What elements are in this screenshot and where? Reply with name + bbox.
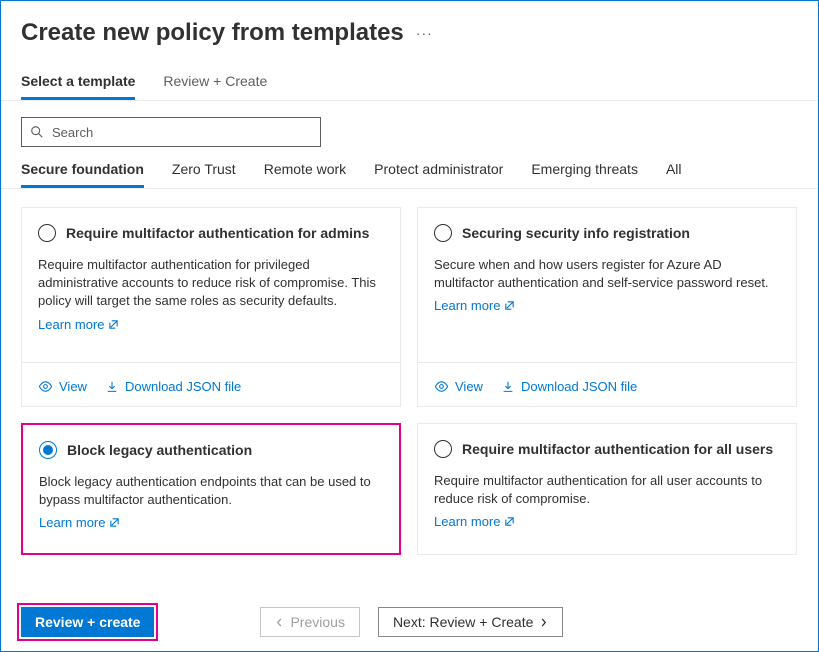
review-create-button[interactable]: Review + create	[21, 607, 154, 637]
card-description: Require multifactor authentication for a…	[434, 472, 780, 508]
external-link-icon	[504, 516, 515, 527]
template-card-selected[interactable]: Block legacy authentication Block legacy…	[21, 423, 401, 555]
external-link-icon	[108, 319, 119, 330]
card-description: Require multifactor authentication for p…	[38, 256, 384, 311]
card-description: Secure when and how users register for A…	[434, 256, 780, 292]
step-label: Select a template	[21, 73, 135, 89]
template-card[interactable]: Securing security info registration Secu…	[417, 207, 797, 407]
view-button[interactable]: View	[434, 379, 483, 394]
radio-unchecked-icon[interactable]	[434, 440, 452, 458]
category-tabs: Secure foundation Zero Trust Remote work…	[1, 147, 818, 189]
chevron-right-icon	[539, 618, 548, 627]
learn-more-link[interactable]: Learn more	[434, 514, 780, 529]
search-icon	[30, 125, 44, 139]
radio-checked-icon[interactable]	[39, 441, 57, 459]
step-label: Review + Create	[163, 73, 267, 89]
previous-button: Previous	[260, 607, 359, 637]
card-title: Securing security info registration	[462, 225, 690, 241]
learn-more-link[interactable]: Learn more	[38, 317, 384, 332]
template-card[interactable]: Require multifactor authentication for a…	[21, 207, 401, 407]
card-title: Require multifactor authentication for a…	[66, 225, 369, 241]
tab-all[interactable]: All	[666, 161, 682, 188]
tab-emerging-threats[interactable]: Emerging threats	[531, 161, 638, 188]
tab-remote-work[interactable]: Remote work	[264, 161, 346, 188]
card-description: Block legacy authentication endpoints th…	[39, 473, 383, 509]
tab-protect-administrator[interactable]: Protect administrator	[374, 161, 503, 188]
step-select-template[interactable]: Select a template	[21, 73, 135, 100]
learn-more-link[interactable]: Learn more	[434, 298, 780, 313]
tab-secure-foundation[interactable]: Secure foundation	[21, 161, 144, 188]
eye-icon	[434, 379, 449, 394]
template-card[interactable]: Require multifactor authentication for a…	[417, 423, 797, 555]
chevron-left-icon	[275, 618, 284, 627]
tab-zero-trust[interactable]: Zero Trust	[172, 161, 236, 188]
view-button[interactable]: View	[38, 379, 87, 394]
wizard-steps: Select a template Review + Create	[1, 51, 818, 101]
page-title: Create new policy from templates	[21, 19, 404, 47]
download-icon	[105, 380, 119, 394]
learn-more-link[interactable]: Learn more	[39, 515, 383, 530]
download-icon	[501, 380, 515, 394]
eye-icon	[38, 379, 53, 394]
download-button[interactable]: Download JSON file	[501, 379, 637, 394]
step-review-create[interactable]: Review + Create	[163, 73, 267, 100]
search-input[interactable]	[52, 125, 312, 140]
next-button[interactable]: Next: Review + Create	[378, 607, 563, 637]
download-button[interactable]: Download JSON file	[105, 379, 241, 394]
search-box[interactable]	[21, 117, 321, 147]
external-link-icon	[109, 517, 120, 528]
card-title: Require multifactor authentication for a…	[462, 441, 773, 457]
template-grid: Require multifactor authentication for a…	[1, 189, 818, 555]
card-title: Block legacy authentication	[67, 442, 252, 458]
more-icon[interactable]: ···	[416, 25, 433, 41]
wizard-footer: Review + create Previous Next: Review + …	[1, 597, 818, 651]
radio-unchecked-icon[interactable]	[434, 224, 452, 242]
radio-unchecked-icon[interactable]	[38, 224, 56, 242]
external-link-icon	[504, 300, 515, 311]
